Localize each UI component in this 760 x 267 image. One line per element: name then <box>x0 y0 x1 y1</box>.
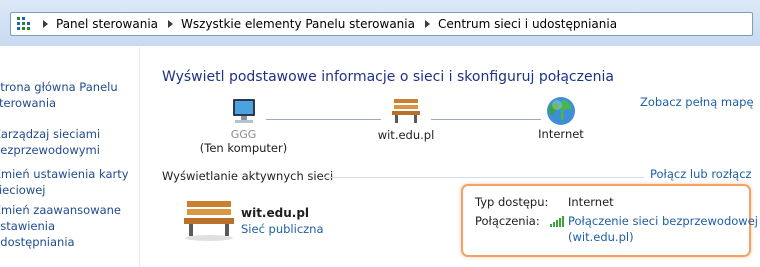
computer-sub-label: (Ten komputer) <box>199 141 288 155</box>
connect-disconnect-link[interactable]: Połącz lub rozłącz <box>650 167 752 181</box>
wireless-connection-ssid-link[interactable]: (wit.edu.pl) <box>568 230 634 244</box>
access-type-value: Internet <box>568 195 614 209</box>
breadcrumb-item-network-center[interactable]: Centrum sieci i udostępniania <box>438 17 617 31</box>
map-node-network[interactable]: wit.edu.pl <box>366 96 446 142</box>
control-panel-network-icon <box>15 15 33 33</box>
network-type-link[interactable]: Sieć publiczna <box>241 222 324 236</box>
wireless-connection-link[interactable]: Połączenie sieci bezprzewodowej <box>568 214 758 228</box>
computer-icon <box>228 96 260 128</box>
globe-icon <box>544 94 578 128</box>
sidebar: Strona główna Panelu sterowania Zarządza… <box>0 47 140 267</box>
map-connector-line <box>431 119 541 120</box>
main-panel: Wyświetl podstawowe informacje o sieci i… <box>141 47 760 267</box>
sidebar-item-advanced-sharing[interactable]: Zmień zaawansowane ustawienia udostępnia… <box>0 186 140 266</box>
sidebar-item-label: Zmień zaawansowane ustawienia udostępnia… <box>0 203 122 249</box>
computer-name: GGG <box>230 128 257 141</box>
map-node-internet[interactable]: Internet <box>531 94 591 141</box>
page-title: Wyświetl podstawowe informacje o sieci i… <box>162 69 614 85</box>
network-details-box: Typ dostępu: Internet Połączenia: Połącz… <box>461 184 758 257</box>
network-node-label: wit.edu.pl <box>377 128 435 142</box>
breadcrumb-item-control-panel[interactable]: Panel sterowania <box>56 17 158 31</box>
sidebar-item-label: Strona główna Panelu sterowania <box>0 80 118 110</box>
active-networks-heading: Wyświetlanie aktywnych sieci <box>162 169 334 183</box>
wifi-signal-icon <box>550 215 566 227</box>
access-type-label: Typ dostępu: <box>475 195 549 209</box>
breadcrumb-item-all-items[interactable]: Wszystkie elementy Panelu sterowania <box>181 17 415 31</box>
address-bar-area: Panel sterowania Wszystkie elementy Pane… <box>0 0 760 46</box>
bench-icon <box>390 96 422 126</box>
chevron-right-icon[interactable] <box>424 20 430 28</box>
chevron-right-icon[interactable] <box>168 20 173 28</box>
map-node-computer[interactable]: GGG (Ten komputer) <box>191 96 296 155</box>
address-bar[interactable]: Panel sterowania Wszystkie elementy Pane… <box>10 12 753 36</box>
internet-node-label: Internet <box>538 127 584 141</box>
section-divider <box>324 177 644 178</box>
chevron-right-icon[interactable] <box>43 20 48 28</box>
connections-label: Połączenia: <box>475 214 540 228</box>
active-network-name: wit.edu.pl <box>241 206 310 220</box>
active-network-bench-icon <box>181 197 236 242</box>
see-full-map-link[interactable]: Zobacz pełną mapę <box>640 95 754 109</box>
